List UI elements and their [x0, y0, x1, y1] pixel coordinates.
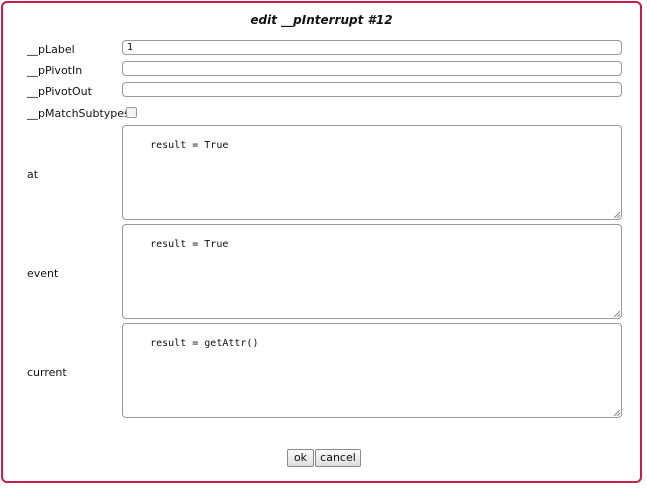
event-label: event: [27, 267, 59, 280]
event-textarea[interactable]: result = True: [122, 224, 622, 319]
cancel-button[interactable]: cancel: [315, 449, 361, 467]
edit-dialog: edit __pInterrupt #12 __pLabel 1 __pPivo…: [1, 1, 642, 483]
event-code: result = True: [150, 239, 229, 250]
ppivotin-label: __pPivotIn: [27, 64, 83, 77]
at-label: at: [27, 168, 39, 181]
ppivotout-input[interactable]: [122, 82, 622, 97]
at-code: result = True: [150, 140, 229, 151]
dialog-title: edit __pInterrupt #12: [250, 13, 393, 27]
resize-grip-icon[interactable]: [613, 211, 620, 218]
current-code: result = getAttr(): [150, 338, 259, 349]
ppivotout-label: __pPivotOut: [27, 85, 92, 98]
plabel-label: __pLabel: [27, 43, 75, 56]
ok-button[interactable]: ok: [287, 449, 314, 467]
plabel-input[interactable]: 1: [122, 40, 622, 55]
pmatchsubtypes-label: __pMatchSubtypes: [27, 107, 130, 120]
pmatchsubtypes-checkbox[interactable]: [126, 107, 137, 118]
current-label: current: [27, 366, 67, 379]
resize-grip-icon[interactable]: [613, 409, 620, 416]
current-textarea[interactable]: result = getAttr(): [122, 323, 622, 418]
at-textarea[interactable]: result = True: [122, 125, 622, 220]
resize-grip-icon[interactable]: [613, 310, 620, 317]
ppivotin-input[interactable]: [122, 61, 622, 76]
